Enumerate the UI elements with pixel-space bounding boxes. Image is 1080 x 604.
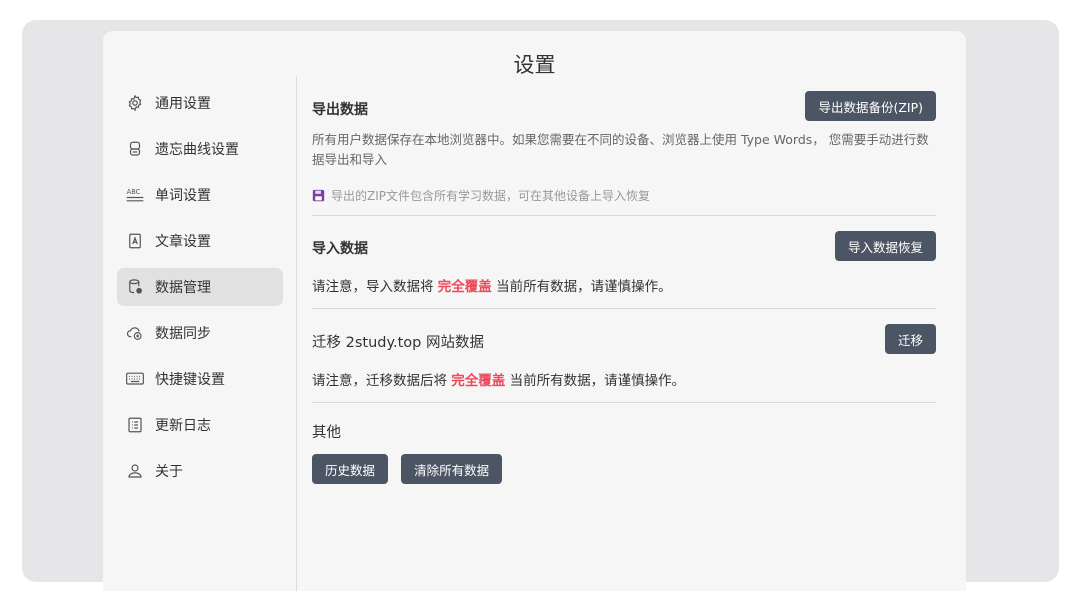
- other-title: 其他: [312, 425, 341, 441]
- sidebar-item-word[interactable]: ABC 单词设置: [117, 176, 283, 214]
- article-icon: [125, 231, 145, 251]
- data-management-content: 导出数据 导出数据备份(ZIP) 所有用户数据保存在本地浏览器中。如果您需要在不…: [312, 89, 936, 493]
- database-icon: [125, 277, 145, 297]
- svg-text:ABC: ABC: [127, 188, 141, 196]
- save-icon: [312, 189, 325, 202]
- export-section: 导出数据 导出数据备份(ZIP) 所有用户数据保存在本地浏览器中。如果您需要在不…: [312, 89, 936, 215]
- import-note-highlight: 完全覆盖: [437, 279, 492, 295]
- sidebar-item-label: 关于: [155, 464, 183, 480]
- other-actions: 历史数据 清除所有数据: [312, 454, 510, 484]
- clear-all-data-button[interactable]: 清除所有数据: [401, 454, 503, 484]
- sidebar-item-label: 遗忘曲线设置: [155, 142, 239, 158]
- page-title: 设置: [513, 53, 556, 77]
- import-title: 导入数据: [312, 241, 368, 257]
- export-hint: 导出的ZIP文件包含所有学习数据，可在其他设备上导入恢复: [312, 187, 650, 204]
- import-restore-button[interactable]: 导入数据恢复: [834, 231, 936, 261]
- migrate-note-text: 请注意，迁移数据后将: [312, 373, 447, 389]
- settings-sidebar: 通用设置 遗忘曲线设置 ABC 单词设置 文章设置 数据管理 数据同步 快捷键设…: [117, 84, 283, 498]
- sidebar-item-label: 快捷键设置: [155, 372, 225, 388]
- curve-icon: [125, 139, 145, 159]
- migrate-title: 迁移 2study.top 网站数据: [312, 335, 484, 351]
- import-note-text-after: 当前所有数据，请谨慎操作。: [496, 279, 672, 295]
- migrate-note-text-after: 当前所有数据，请谨慎操作。: [509, 373, 686, 389]
- abc-icon: ABC: [125, 185, 145, 205]
- user-icon: [125, 461, 145, 481]
- sidebar-item-data-sync[interactable]: 数据同步: [117, 314, 283, 352]
- export-description: 所有用户数据保存在本地浏览器中。如果您需要在不同的设备、浏览器上使用 Type …: [312, 132, 929, 167]
- export-title: 导出数据: [312, 102, 368, 118]
- keyboard-icon: [125, 369, 145, 389]
- migrate-section: 迁移 2study.top 网站数据 迁移 请注意，迁移数据后将 完全覆盖 当前…: [312, 309, 936, 402]
- history-data-button[interactable]: 历史数据: [312, 454, 389, 484]
- gear-icon: [125, 93, 145, 113]
- other-section: 其他 历史数据 清除所有数据: [312, 403, 936, 493]
- sidebar-item-forgetting-curve[interactable]: 遗忘曲线设置: [117, 130, 283, 168]
- export-hint-text: 导出的ZIP文件包含所有学习数据，可在其他设备上导入恢复: [331, 189, 650, 203]
- sidebar-item-label: 文章设置: [155, 234, 211, 250]
- export-backup-button[interactable]: 导出数据备份(ZIP): [805, 91, 936, 121]
- sidebar-item-label: 更新日志: [155, 418, 211, 434]
- changelog-icon: [125, 415, 145, 435]
- sidebar-item-label: 数据同步: [155, 326, 211, 342]
- sidebar-item-label: 单词设置: [155, 188, 211, 204]
- sidebar-item-label: 通用设置: [155, 96, 211, 112]
- migrate-button[interactable]: 迁移: [884, 324, 936, 354]
- sidebar-item-changelog[interactable]: 更新日志: [117, 406, 283, 444]
- sidebar-item-label: 数据管理: [155, 280, 211, 296]
- sidebar-item-article[interactable]: 文章设置: [117, 222, 283, 260]
- sidebar-divider: [296, 76, 297, 591]
- sidebar-item-shortcuts[interactable]: 快捷键设置: [117, 360, 283, 398]
- import-note-text: 请注意，导入数据将: [312, 279, 434, 295]
- cloud-sync-icon: [125, 323, 145, 343]
- settings-panel: 设置 通用设置 遗忘曲线设置 ABC 单词设置 文章设置 数据管理 数据同步 快…: [103, 31, 966, 591]
- import-note: 请注意，导入数据将 完全覆盖 当前所有数据，请谨慎操作。: [312, 277, 672, 297]
- sidebar-item-data-management[interactable]: 数据管理: [117, 268, 283, 306]
- sidebar-item-general[interactable]: 通用设置: [117, 84, 283, 122]
- migrate-note-highlight: 完全覆盖: [451, 373, 506, 389]
- sidebar-item-about[interactable]: 关于: [117, 452, 283, 490]
- migrate-note: 请注意，迁移数据后将 完全覆盖 当前所有数据，请谨慎操作。: [312, 371, 685, 391]
- import-section: 导入数据 导入数据恢复 请注意，导入数据将 完全覆盖 当前所有数据，请谨慎操作。: [312, 216, 936, 308]
